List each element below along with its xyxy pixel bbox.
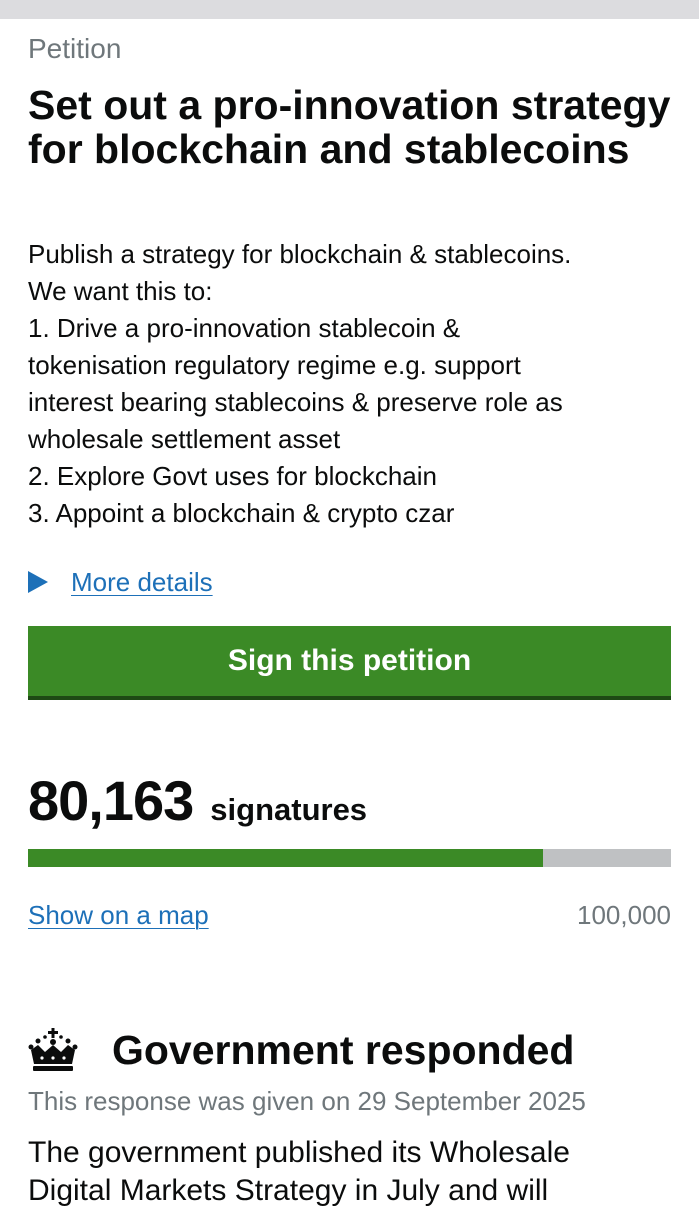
summary-line: 1. Drive a pro-innovation stablecoin & [28, 313, 461, 343]
signature-progress-fill [28, 849, 544, 867]
government-responded-heading: Government responded [112, 1027, 575, 1073]
summary-line: wholesale settlement asset [28, 424, 341, 454]
summary-line: Publish a strategy for blockchain & stab… [28, 239, 572, 269]
summary-line: 3. Appoint a blockchain & crypto czar [28, 498, 455, 528]
browser-top-bar [0, 0, 699, 19]
petition-eyebrow: Petition [28, 33, 122, 64]
summary-line: interest bearing stablecoins & preserve … [28, 387, 563, 417]
response-line: The government published its Wholesale [28, 1136, 570, 1169]
signature-target: 100,000 [577, 900, 671, 930]
summary-line: 2. Explore Govt uses for blockchain [28, 461, 437, 491]
triangle-right-icon [28, 571, 48, 593]
response-body: The government published its Wholesale D… [28, 1134, 688, 1210]
more-details-toggle[interactable]: More details [28, 565, 213, 599]
government-response-header: Government responded [28, 1027, 574, 1074]
signature-count: 80,163 [28, 769, 194, 832]
response-line: Digital Markets Strategy in July and wil… [28, 1174, 549, 1207]
signature-count-row: 80,163 signatures [28, 771, 367, 831]
signature-label: signatures [210, 792, 368, 827]
more-details-link[interactable]: More details [71, 567, 213, 598]
signature-progress-bar [28, 849, 671, 867]
petition-summary: Publish a strategy for blockchain & stab… [28, 236, 671, 532]
crown-icon [28, 1027, 78, 1071]
show-on-map-link[interactable]: Show on a map [28, 898, 209, 932]
petition-title: Set out a pro-innovation strategy for bl… [28, 82, 671, 172]
sign-petition-button[interactable]: Sign this petition [28, 626, 671, 700]
summary-line: tokenisation regulatory regime e.g. supp… [28, 350, 521, 380]
response-date: This response was given on 29 September … [28, 1086, 586, 1116]
summary-line: We want this to: [28, 276, 213, 306]
